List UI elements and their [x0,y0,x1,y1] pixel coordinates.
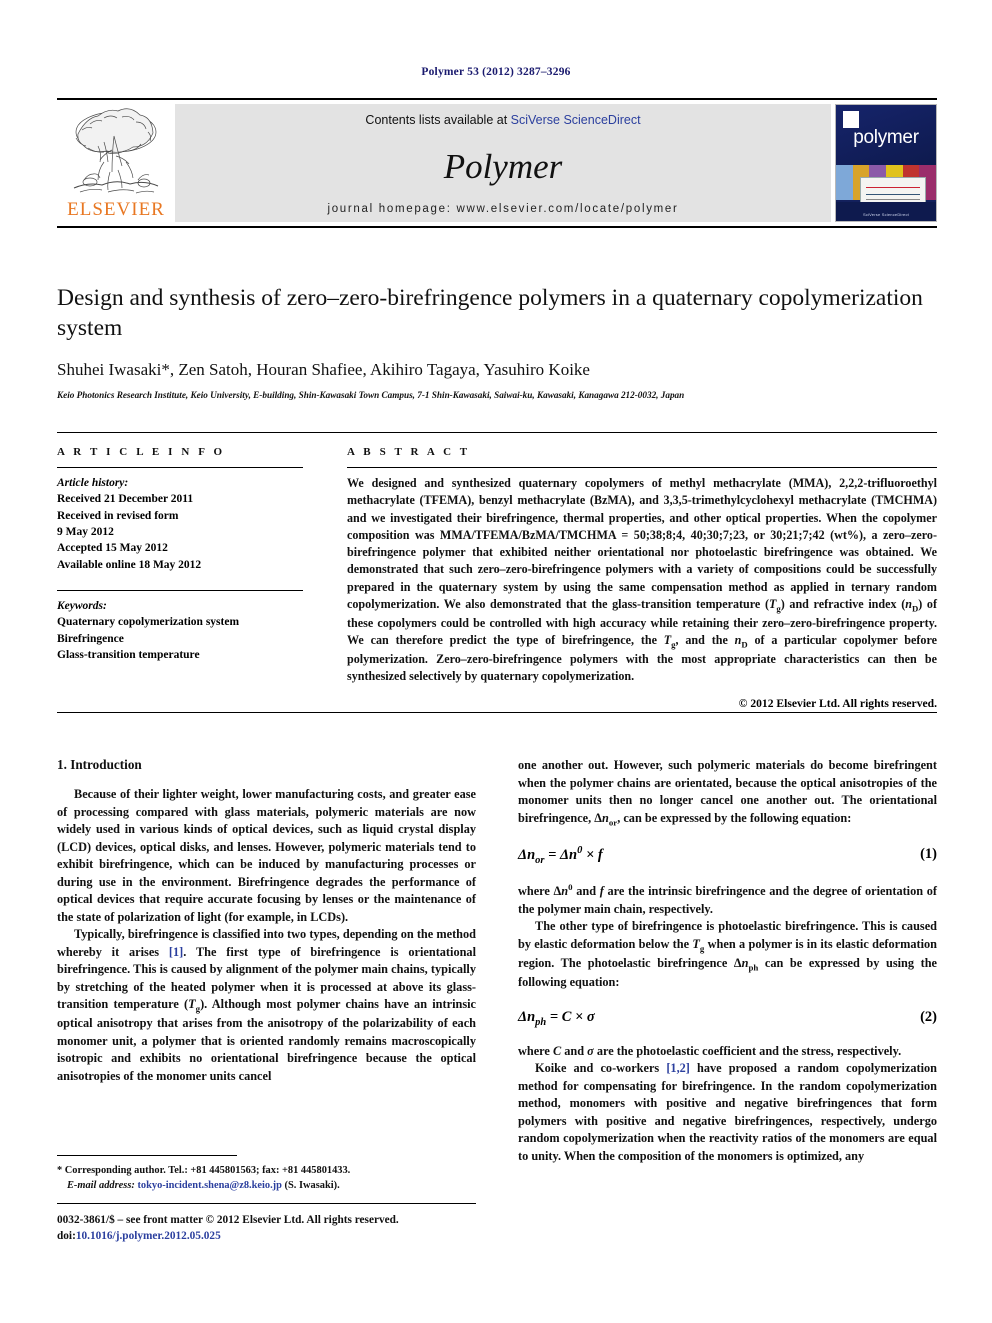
footnote-rule [57,1155,237,1156]
issn-copyright-line: 0032-3861/$ – see front matter © 2012 El… [57,1214,399,1226]
section-heading-introduction: 1. Introduction [57,757,142,772]
doi-line: doi:10.1016/j.polymer.2012.05.025 [57,1228,557,1244]
keywords-rule [57,589,303,591]
journal-title: Polymer [443,146,563,186]
cover-elsevier-mark-icon [843,111,859,128]
article-info-heading: A R T I C L E I N F O [57,446,226,458]
paragraph: Koike and co-workers [1,2] have proposed… [518,1061,937,1163]
keyword-item: Quaternary copolymerization system [57,616,240,629]
journal-homepage-link[interactable]: journal homepage: www.elsevier.com/locat… [327,203,678,215]
keywords-label: Keywords: [57,599,107,612]
paper-page: Polymer 53 (2012) 3287–3296 ELSEVIER Con… [0,0,992,1323]
article-info-rule [57,467,303,468]
email-link[interactable]: tokyo-incident.shena@z8.keio.jp [137,1180,281,1191]
sciencedirect-link[interactable]: SciVerse ScienceDirect [511,113,641,127]
email-suffix: (S. Iwasaki). [284,1179,340,1191]
cover-title: polymer [853,127,919,148]
equation-2: Δnph = C × σ (2) [518,1009,937,1028]
cover-caption: SciVerse ScienceDirect [863,212,909,217]
equation-2-body: Δnph = C × σ [518,1008,595,1028]
equation-1-body: Δnor = Δn0 × f [518,845,603,867]
paragraph: where Δn0 and f are the intrinsic birefr… [518,882,938,916]
paragraph: Because of their lighter weight, lower m… [57,787,476,924]
running-head: Polymer 53 (2012) 3287–3296 [421,66,571,78]
page-title: Design and synthesis of zero–zero-birefr… [57,285,923,342]
title-block: Design and synthesis of zero–zero-birefr… [57,283,937,400]
equation-2-number: (2) [920,1008,937,1025]
cover-strip-cell [836,165,853,201]
doi-link[interactable]: 10.1016/j.polymer.2012.05.025 [76,1230,221,1242]
abstract-body: We designed and synthesized quaternary c… [347,476,937,684]
info-abstract-row: A R T I C L E I N F O Article history: R… [57,446,937,710]
article-history-label: Article history: [57,477,129,489]
keyword-item: Glass-transition temperature [57,648,200,661]
elsevier-logo: ELSEVIER [57,104,175,222]
masthead-top-rule [57,98,937,100]
abstract-copyright: © 2012 Elsevier Ltd. All rights reserved… [738,696,937,710]
journal-cover-thumbnail: polymer SciVerse ScienceDirect [835,104,937,222]
elsevier-wordmark: ELSEVIER [67,199,165,220]
history-item: 9 May 2012 [57,525,114,538]
keyword-item: Birefringence [57,632,124,645]
history-item: Received in revised form [57,509,179,522]
paragraph: one another out. However, such polymeric… [518,758,937,827]
info-section-bottom-rule [57,712,937,713]
contents-prefix: Contents lists available at [365,113,511,127]
paragraph: where C and σ are the photoelastic coeff… [518,1043,902,1058]
paragraph: Typically, birefringence is classified i… [57,927,476,1083]
corresponding-author-footnote: * Corresponding author. Tel.: +81 445801… [57,1164,476,1194]
affiliation: Keio Photonics Research Institute, Keio … [57,390,685,401]
keywords-block: Keywords: Quaternary copolymerization sy… [57,598,303,663]
masthead-bottom-rule [57,226,937,228]
abstract-column: A B S T R A C T We designed and synthesi… [347,446,937,710]
abstract-heading: A B S T R A C T [347,446,471,458]
history-item: Accepted 15 May 2012 [57,542,168,555]
journal-masthead: ELSEVIER Contents lists available at Sci… [57,98,937,228]
equation-1-number: (1) [920,845,937,862]
info-section-top-rule [57,432,937,433]
paragraph: The other type of birefringence is photo… [518,919,937,990]
body-column-right: one another out. However, such polymeric… [518,757,937,1165]
article-info-column: A R T I C L E I N F O Article history: R… [57,446,303,710]
body-column-left: 1. Introduction Because of their lighter… [57,757,476,1165]
article-history-block: Article history: Received 21 December 20… [57,475,303,573]
elsevier-tree-icon [73,108,159,194]
abstract-rule [347,467,937,468]
footer-rule [57,1203,476,1204]
equation-1: Δnor = Δn0 × f (1) [518,846,937,867]
email-line: E-mail address: tokyo-incident.shena@z8.… [57,1179,476,1194]
history-item: Received 21 December 2011 [57,493,194,506]
corresponding-author-line: * Corresponding author. Tel.: +81 445801… [57,1165,351,1176]
footer-metadata: 0032-3861/$ – see front matter © 2012 El… [57,1212,557,1244]
email-label: E-mail address: [67,1179,135,1191]
contents-available-line: Contents lists available at SciVerse Sci… [365,113,640,127]
doi-label: doi: [57,1230,76,1243]
author-list: Shuhei Iwasaki*, Zen Satoh, Houran Shafi… [57,360,590,380]
history-item: Available online 18 May 2012 [57,558,202,571]
body-columns: 1. Introduction Because of their lighter… [57,757,937,1165]
masthead-center-panel: Contents lists available at SciVerse Sci… [175,104,831,222]
